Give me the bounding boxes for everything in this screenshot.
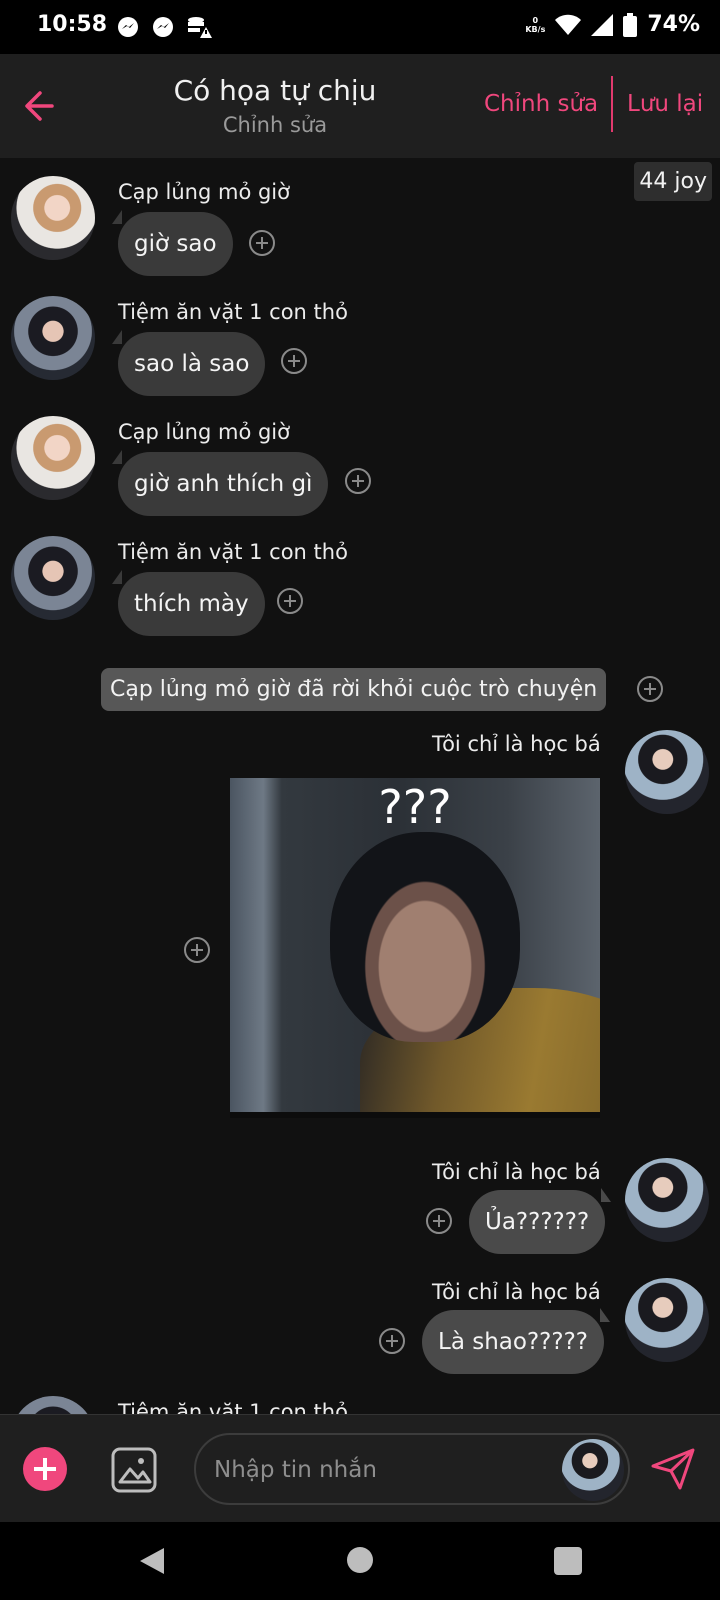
save-button[interactable]: Lưu lại [627,91,703,117]
add-reaction-icon[interactable] [345,468,371,494]
add-reaction-icon[interactable] [637,676,663,702]
header-divider [611,76,613,132]
message-bubble[interactable]: Là shao????? [422,1308,610,1374]
sender-name: Tiệm ăn vặt 1 con thỏ [118,300,348,324]
add-reaction-icon[interactable] [379,1328,405,1354]
nav-recents-icon[interactable] [554,1547,582,1575]
back-button[interactable] [22,84,62,128]
message-bubble[interactable]: thích mày [112,570,265,636]
message-bubble[interactable]: giờ anh thích gì [111,450,329,516]
avatar[interactable] [625,1278,709,1362]
character-avatar-selector[interactable] [562,1439,624,1501]
add-reaction-icon[interactable] [249,230,275,256]
image-message[interactable]: ??? [230,778,600,1118]
notification-icons [116,15,212,39]
storage-warning-icon [188,17,212,38]
chat-subtitle: Chỉnh sửa [222,113,328,137]
avatar[interactable] [11,296,95,380]
message-list[interactable]: 44 joy Cạp lủng mỏ giờ giờ sao Tiệm ăn v… [0,158,720,1414]
system-icons: 0 KB/s 74% [525,12,700,37]
avatar[interactable] [625,730,709,814]
add-reaction-icon[interactable] [426,1208,452,1234]
sender-name: Cạp lủng mỏ giờ [118,420,290,444]
send-icon [651,1448,695,1490]
signal-icon [591,13,614,36]
messenger-icon [153,17,173,37]
title-area: Có họa tự chịu Chỉnh sửa [130,74,420,137]
nav-back-icon[interactable] [138,1546,166,1576]
edit-button[interactable]: Chỉnh sửa [484,91,598,117]
nav-home-icon[interactable] [347,1547,373,1573]
message-bubble[interactable]: giờ sao [112,210,233,276]
sender-name: Cạp lủng mỏ giờ [118,180,290,204]
avatar[interactable] [11,536,95,620]
avatar[interactable] [11,1396,95,1414]
chat-title: Có họa tự chịu [173,74,377,107]
wifi-icon [555,14,582,35]
composer: Nhập tin nhắn [0,1414,720,1522]
message-bubble[interactable]: Ủa?????? [469,1188,612,1254]
chat-header: Có họa tự chịu Chỉnh sửa Chỉnh sửa Lưu l… [0,54,720,158]
message-input[interactable]: Nhập tin nhắn [194,1433,630,1505]
avatar[interactable] [11,176,95,260]
message-input-placeholder: Nhập tin nhắn [214,1457,377,1483]
messenger-icon [118,17,138,37]
message-bubble[interactable]: sao là sao [111,330,266,396]
image-caption: ??? [378,780,452,834]
back-arrow-icon [25,91,54,121]
avatar[interactable] [11,416,95,500]
sender-name: Tôi chỉ là học bá [432,732,601,756]
add-button[interactable] [23,1447,67,1491]
avatar[interactable] [625,1158,709,1242]
gallery-icon [111,1447,157,1493]
add-reaction-icon[interactable] [277,588,303,614]
sender-name: Tôi chỉ là học bá [432,1280,601,1304]
network-speed: 0 KB/s [525,15,546,34]
battery-percent: 74% [647,12,700,37]
sender-name: Tiệm ăn vặt 1 con thỏ [118,1400,348,1414]
battery-icon [623,12,638,37]
send-button[interactable] [650,1447,696,1491]
system-message: Cạp lủng mỏ giờ đã rời khỏi cuộc trò chu… [101,668,607,711]
sender-name: Tiệm ăn vặt 1 con thỏ [118,540,348,564]
gallery-button[interactable] [111,1447,157,1493]
navigation-bar [0,1522,720,1600]
status-time: 10:58 [37,12,108,37]
joy-badge: 44 joy [634,162,712,201]
status-bar: 10:58 0 KB/s 74% [0,0,720,54]
add-reaction-icon[interactable] [281,348,307,374]
add-reaction-icon[interactable] [184,937,210,963]
sender-name: Tôi chỉ là học bá [432,1160,601,1184]
